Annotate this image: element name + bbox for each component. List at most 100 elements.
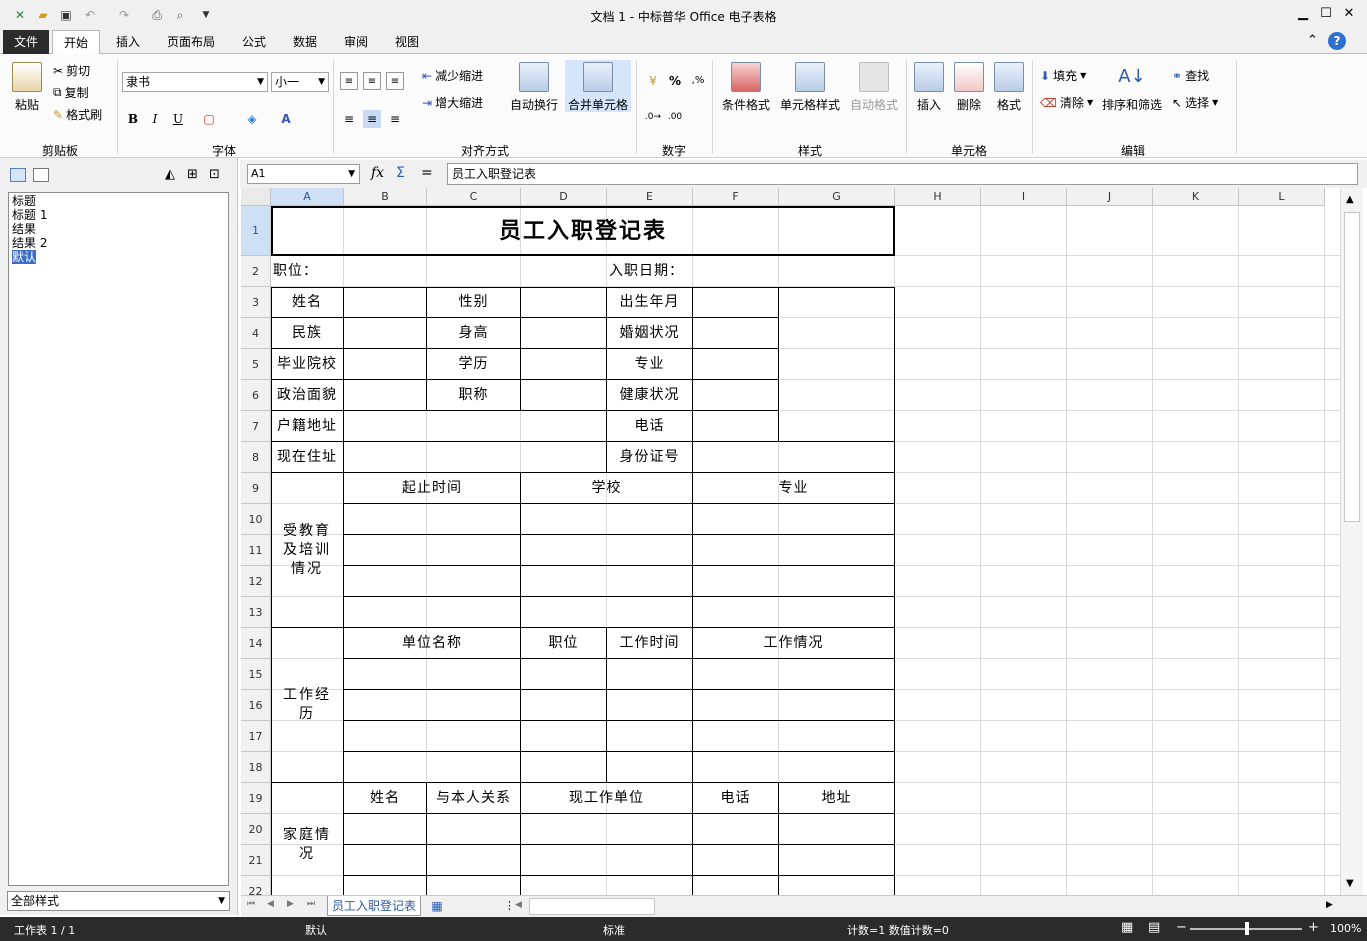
clear-button[interactable]: ⌫ 清除 ▼ xyxy=(1040,94,1093,111)
page-style-icon[interactable] xyxy=(33,168,49,182)
empty-cell[interactable] xyxy=(779,845,895,876)
form-cell[interactable]: 姓名 xyxy=(271,287,344,318)
empty-cell[interactable] xyxy=(693,535,895,566)
update-style-icon[interactable]: ⊡ xyxy=(209,167,220,182)
tab-home[interactable]: 开始 xyxy=(52,30,100,55)
empty-cell[interactable] xyxy=(693,721,895,752)
empty-cell[interactable] xyxy=(344,814,427,845)
empty-cell[interactable] xyxy=(521,287,607,318)
cut-button[interactable]: ✂ 剪切 xyxy=(53,62,90,79)
form-cell[interactable]: 员工入职登记表 xyxy=(271,206,895,256)
empty-cell[interactable] xyxy=(693,690,895,721)
form-cell[interactable]: 民族 xyxy=(271,318,344,349)
fill-button[interactable]: ⬇ 填充 ▼ xyxy=(1040,67,1086,84)
bold-button[interactable]: B xyxy=(124,110,142,128)
row-header[interactable]: 21 xyxy=(241,845,271,876)
empty-cell[interactable] xyxy=(693,876,779,895)
empty-cell[interactable] xyxy=(344,380,427,411)
insert-cells-button[interactable]: 插入 xyxy=(912,62,946,113)
empty-cell[interactable] xyxy=(779,814,895,845)
zoom-in-icon[interactable]: + xyxy=(1308,920,1319,935)
row-header[interactable]: 8 xyxy=(241,442,271,473)
form-cell[interactable]: 户籍地址 xyxy=(271,411,344,442)
increase-decimal-icon[interactable]: .0→ xyxy=(644,108,662,126)
form-cell[interactable]: 姓名 xyxy=(344,783,427,814)
align-bottom-icon[interactable]: ≡ xyxy=(386,72,404,90)
row-header[interactable]: 5 xyxy=(241,349,271,380)
empty-cell[interactable] xyxy=(344,597,521,628)
column-header[interactable]: J xyxy=(1067,188,1153,206)
empty-cell[interactable] xyxy=(344,752,521,783)
empty-cell[interactable] xyxy=(693,287,779,318)
empty-cell[interactable] xyxy=(521,752,607,783)
empty-cell[interactable] xyxy=(779,876,895,895)
align-right-icon[interactable]: ≡ xyxy=(386,110,404,128)
empty-cell[interactable] xyxy=(427,876,521,895)
form-cell[interactable]: 婚姻状况 xyxy=(607,318,693,349)
row-header[interactable]: 9 xyxy=(241,473,271,504)
empty-cell[interactable] xyxy=(344,535,521,566)
empty-cell[interactable] xyxy=(344,845,427,876)
empty-cell[interactable] xyxy=(693,318,779,349)
last-sheet-icon[interactable]: ⏭ xyxy=(307,899,315,909)
row-header[interactable]: 2 xyxy=(241,256,271,287)
list-item[interactable]: 标题 1 xyxy=(12,208,225,222)
form-cell[interactable]: 家庭情况 xyxy=(271,783,344,895)
empty-cell[interactable] xyxy=(344,876,427,895)
sheet-tab[interactable]: 员工入职登记表 xyxy=(327,896,421,916)
auto-format-button[interactable]: 自动格式 xyxy=(848,62,900,113)
empty-cell[interactable] xyxy=(521,535,693,566)
empty-cell[interactable] xyxy=(693,566,895,597)
list-item[interactable]: 结果 2 xyxy=(12,236,225,250)
formula-input[interactable]: 员工入职登记表 xyxy=(447,163,1358,185)
form-cell[interactable]: 出生年月 xyxy=(607,287,693,318)
empty-cell[interactable] xyxy=(344,690,521,721)
font-name-select[interactable]: 隶书 ▼ xyxy=(122,72,268,92)
collapse-ribbon-icon[interactable]: ⌃ xyxy=(1307,33,1318,48)
italic-button[interactable]: I xyxy=(146,110,164,128)
tab-insert[interactable]: 插入 xyxy=(106,30,150,54)
empty-cell[interactable] xyxy=(521,876,693,895)
align-center-icon[interactable]: ≡ xyxy=(363,110,381,128)
add-sheet-icon[interactable]: ▦ xyxy=(424,896,450,916)
form-cell[interactable]: 性别 xyxy=(427,287,521,318)
empty-cell[interactable] xyxy=(607,752,693,783)
form-cell[interactable]: 职称 xyxy=(427,380,521,411)
row-header[interactable]: 16 xyxy=(241,690,271,721)
align-left-icon[interactable]: ≡ xyxy=(340,110,358,128)
help-icon[interactable]: ? xyxy=(1328,32,1346,50)
cell-style-button[interactable]: 单元格样式 xyxy=(778,62,842,113)
spreadsheet-grid[interactable]: A B C D E F G H I J K L 1 2 3 4 5 6 7 8 9 10 11 12 13 14 15 16 17 18 1… xyxy=(241,188,1340,895)
empty-cell[interactable] xyxy=(521,504,693,535)
empty-cell[interactable] xyxy=(344,411,607,442)
close-icon[interactable]: ✕ xyxy=(1338,4,1360,24)
form-cell[interactable]: 工作情况 xyxy=(693,628,895,659)
split-handle-icon[interactable]: ⋮ xyxy=(504,899,515,912)
scroll-thumb[interactable] xyxy=(1344,212,1360,522)
column-header[interactable]: L xyxy=(1239,188,1325,206)
list-item-selected[interactable]: 默认 xyxy=(12,250,37,264)
row-header[interactable]: 17 xyxy=(241,721,271,752)
next-sheet-icon[interactable]: ▶ xyxy=(287,899,294,909)
empty-cell[interactable] xyxy=(521,349,607,380)
empty-cell[interactable] xyxy=(693,814,779,845)
empty-cell[interactable] xyxy=(693,411,779,442)
row-header[interactable]: 22 xyxy=(241,876,271,895)
empty-cell[interactable] xyxy=(693,845,779,876)
column-header[interactable]: K xyxy=(1153,188,1239,206)
form-cell[interactable]: 学历 xyxy=(427,349,521,380)
currency-icon[interactable]: ¥ xyxy=(644,72,662,90)
tab-file[interactable]: 文件 xyxy=(3,30,49,54)
form-cell[interactable]: 身份证号 xyxy=(607,442,693,473)
empty-cell[interactable] xyxy=(344,504,521,535)
list-item[interactable]: 结果 xyxy=(12,222,225,236)
zoom-slider-thumb[interactable] xyxy=(1245,922,1249,935)
font-size-select[interactable]: 小一 ▼ xyxy=(271,72,329,92)
tab-formula[interactable]: 公式 xyxy=(232,30,276,54)
empty-cell[interactable] xyxy=(693,380,779,411)
align-middle-icon[interactable]: ≡ xyxy=(363,72,381,90)
empty-cell[interactable] xyxy=(521,659,607,690)
form-cell[interactable]: 地址 xyxy=(779,783,895,814)
zoom-out-icon[interactable]: − xyxy=(1176,920,1187,935)
empty-cell[interactable] xyxy=(344,659,521,690)
